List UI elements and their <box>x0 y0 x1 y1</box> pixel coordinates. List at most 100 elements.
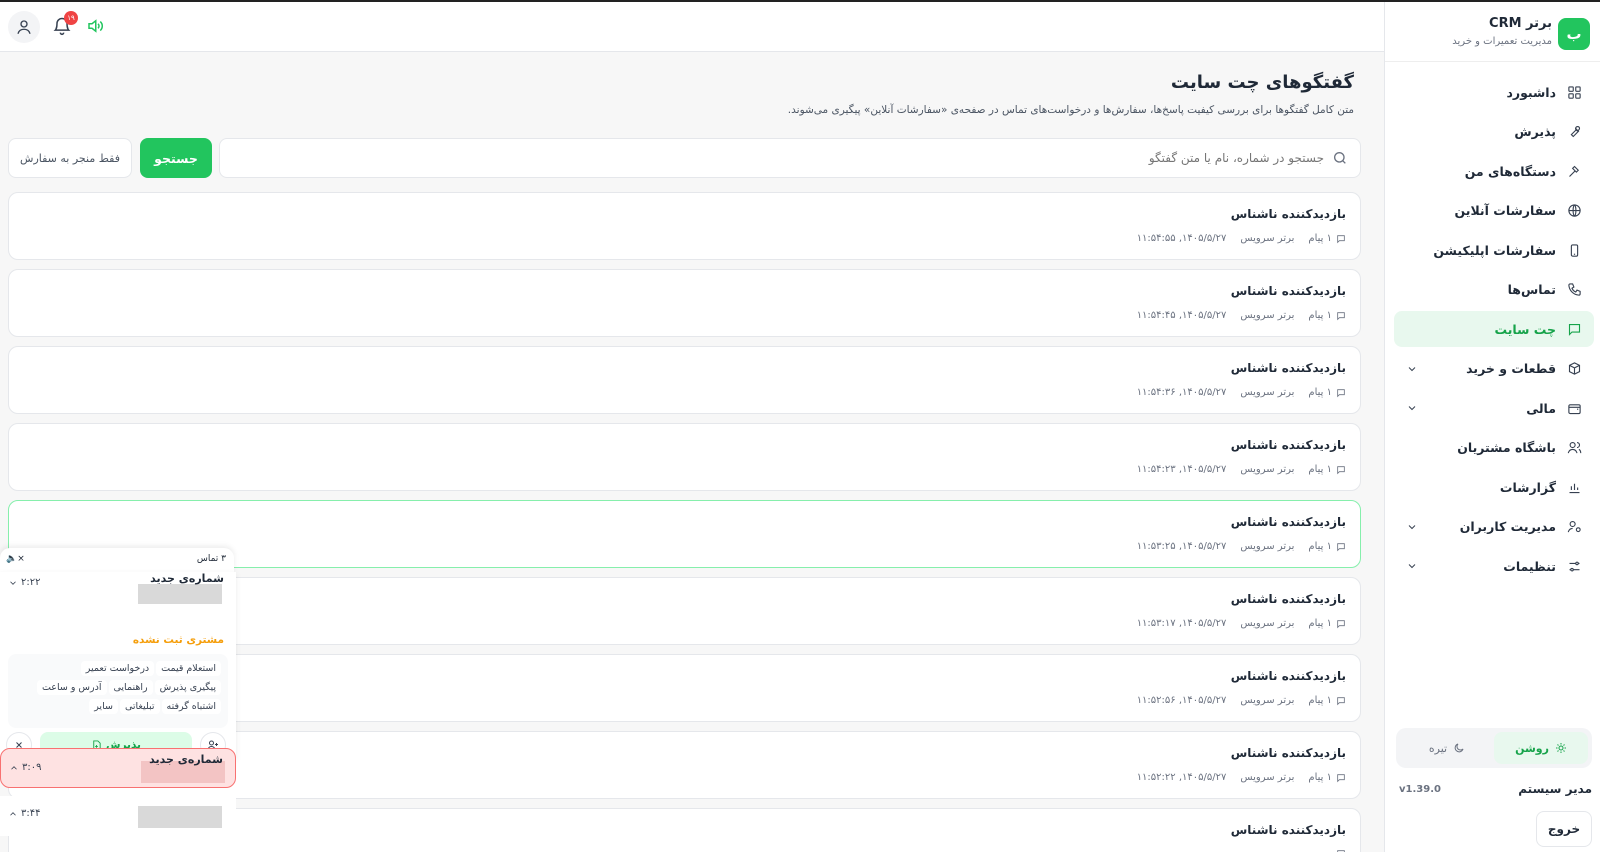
site-name: برتر سرویس <box>1240 387 1295 398</box>
chat-row[interactable]: بازدیدکننده ناشناس ۱ پیام برتر سرویس ۱۴۰۵/۵… <box>8 192 1361 260</box>
sidebar-item-11[interactable]: مدیریت کاربران <box>1394 509 1594 545</box>
user-avatar-button[interactable] <box>8 11 40 43</box>
call-card-missed[interactable]: شماره‌ی جدید ۳:۰۹ <box>0 748 236 788</box>
call-reason-tag[interactable]: سایر <box>89 699 118 714</box>
chevron-up-icon[interactable] <box>8 809 18 819</box>
site-name: برتر سرویس <box>1240 772 1295 783</box>
message-icon <box>1337 388 1345 397</box>
visitor-name: بازدیدکننده ناشناس <box>1230 284 1346 298</box>
site-name: برتر سرویس <box>1240 541 1295 552</box>
sidebar-item-2[interactable]: دستگاه‌های من <box>1394 153 1594 189</box>
chevron-down-icon[interactable] <box>1406 560 1418 572</box>
call-duration: ۲:۲۲ <box>8 577 40 588</box>
sidebar-item-1[interactable]: پذیرش <box>1394 114 1594 150</box>
message-count-label: ۱ پیام <box>1308 310 1332 321</box>
message-icon <box>1337 773 1345 782</box>
visitor-name: بازدیدکننده ناشناس <box>1230 361 1346 375</box>
sidebar-item-9[interactable]: باشگاه مشتریان <box>1394 430 1594 466</box>
chat-meta: ۱ پیام برتر سرویس ۱۴۰۵/۵/۲۷, ۱۱:۵۴:۵۵ <box>1137 233 1346 244</box>
sidebar-item-label: مالی <box>1526 400 1556 416</box>
chat-row[interactable]: بازدیدکننده ناشناس ۱ پیام برتر سرویس ۱۴۰۵/۵… <box>8 423 1361 491</box>
search-button[interactable]: جستجو <box>140 138 212 178</box>
message-icon <box>1337 619 1345 628</box>
visitor-name: بازدیدکننده ناشناس <box>1230 592 1346 606</box>
logout-button[interactable]: خروج <box>1536 811 1592 847</box>
call-panel: ۳ تماس 🔈× شماره‌ی جدید ۲:۲۲ مشتری ثبت نش… <box>0 548 236 852</box>
message-count: ۱ پیام <box>1308 695 1346 706</box>
call-reason-tag[interactable]: آدرس و ساعت <box>36 680 107 695</box>
sidebar-item-label: گزارشات <box>1499 479 1556 495</box>
user-icon <box>17 20 31 34</box>
call-time: ۳:۰۹ <box>22 762 42 773</box>
sidebar-item-12[interactable]: تنظیمات <box>1394 548 1594 584</box>
search-box <box>219 138 1361 178</box>
sidebar-item-label: تماس‌ها <box>1507 282 1556 297</box>
sliders-icon <box>1566 558 1582 574</box>
site-name: برتر سرویس <box>1240 695 1295 706</box>
search-input[interactable] <box>924 151 1324 165</box>
sidebar-item-3[interactable]: سفارشات آنلاین <box>1394 193 1594 229</box>
call-reason-tag[interactable]: پیگیری پذیرش <box>154 680 221 695</box>
sidebar-item-10[interactable]: گزارشات <box>1394 469 1594 505</box>
mute-button[interactable]: 🔈× <box>6 554 25 564</box>
chat-meta: ۱ پیام برتر سرویس ۱۴۰۵/۵/۲۷, ۱۱:۵۴:۴۵ <box>1137 310 1346 321</box>
call-reason-tag[interactable]: اشتباه گرفته <box>161 699 221 714</box>
call-reason-tag[interactable]: استعلام قیمت <box>156 661 221 676</box>
top-bar: ۱۹ <box>0 2 1384 52</box>
chat-meta: ۱ پیام برتر سرویس ۱۴۰۵/۵/۲۷, ۱۱:۵۳:۱۷ <box>1137 618 1346 629</box>
sidebar-item-8[interactable]: مالی <box>1394 390 1594 426</box>
chevron-down-icon[interactable] <box>8 578 18 588</box>
users-icon <box>1566 440 1582 456</box>
chat-meta: ۱ پیام برتر سرویس ۱۴۰۵/۵/۲۷, ۱۱:۵۳:۲۵ <box>1137 541 1346 552</box>
call-reason-tag[interactable]: درخواست تعمیر <box>80 661 155 676</box>
chat-datetime: ۱۴۰۵/۵/۲۷, ۱۱:۵۴:۳۶ <box>1136 387 1227 398</box>
message-count: ۱ پیام <box>1308 464 1346 475</box>
sidebar-item-4[interactable]: سفارشات اپلیکیشن <box>1394 232 1594 268</box>
bar-chart-icon <box>1566 479 1582 495</box>
message-count-label: ۱ پیام <box>1308 695 1332 706</box>
brand: ب برتر CRM مدیریت تعمیرات و خرید <box>1385 2 1600 62</box>
app-version: v1.39.0 <box>1399 784 1441 795</box>
call-card-other[interactable]: ۳:۴۴ <box>0 796 236 836</box>
message-count: ۱ پیام <box>1308 772 1346 783</box>
sidebar-item-label: مدیریت کاربران <box>1459 519 1556 534</box>
visitor-name: بازدیدکننده ناشناس <box>1230 669 1346 683</box>
visitor-name: بازدیدکننده ناشناس <box>1230 746 1346 760</box>
chevron-down-icon[interactable] <box>1406 521 1418 533</box>
site-name: برتر سرویس <box>1240 464 1295 475</box>
chat-row[interactable]: بازدیدکننده ناشناس ۱ پیام برتر سرویس ۱۴۰۵/۵… <box>8 346 1361 414</box>
sidebar-item-label: پذیرش <box>1514 124 1556 139</box>
sidebar-item-5[interactable]: تماس‌ها <box>1394 272 1594 308</box>
sidebar-item-label: تنظیمات <box>1503 558 1556 574</box>
site-name: برتر سرویس <box>1240 310 1295 321</box>
chevron-down-icon[interactable] <box>1406 363 1418 375</box>
wrench-icon <box>1566 124 1582 140</box>
call-reason-tag[interactable]: تبلیغاتی <box>119 699 160 714</box>
visitor-name: بازدیدکننده ناشناس <box>1230 438 1346 452</box>
chevron-up-icon[interactable] <box>9 763 19 773</box>
theme-light-button[interactable]: روشن <box>1494 732 1588 764</box>
call-reason-tag[interactable]: راهنمایی <box>108 680 153 695</box>
sidebar-item-6[interactable]: چت سایت <box>1394 311 1594 347</box>
message-icon <box>1337 311 1345 320</box>
chat-row[interactable]: بازدیدکننده ناشناس ۱ پیام برتر سرویس ۱۴۰۵/۵… <box>8 269 1361 337</box>
call-panel-header: ۳ تماس 🔈× <box>0 548 234 572</box>
message-icon <box>1337 696 1345 705</box>
package-icon <box>1566 361 1582 377</box>
message-icon <box>1337 465 1345 474</box>
message-count: ۱ پیام <box>1308 310 1346 321</box>
sidebar-nav: داشبورد پذیرش دستگاه‌های من سفارشات آنلاین س… <box>1384 74 1600 588</box>
chat-datetime: ۱۴۰۵/۵/۲۷, ۱۱:۵۴:۲۳ <box>1136 464 1227 475</box>
sidebar-item-7[interactable]: قطعات و خرید <box>1394 351 1594 387</box>
speaker-icon[interactable] <box>86 17 104 35</box>
chat-datetime: ۱۴۰۵/۵/۲۷, ۱۱:۵۳:۱۷ <box>1136 618 1227 629</box>
call-count: ۳ تماس <box>196 554 226 564</box>
site-name: برتر سرویس <box>1240 233 1295 244</box>
only-orders-filter-button[interactable]: فقط منجر به سفارش <box>8 138 132 178</box>
theme-dark-button[interactable]: تیره <box>1400 732 1494 764</box>
theme-toggle: روشن تیره <box>1396 728 1592 768</box>
sidebar-item-0[interactable]: داشبورد <box>1394 74 1594 110</box>
chevron-down-icon[interactable] <box>1406 402 1418 414</box>
call-reason-tags: استعلام قیمتدرخواست تعمیر پیگیری پذیرشراه… <box>8 654 228 728</box>
sun-icon <box>1555 743 1566 753</box>
